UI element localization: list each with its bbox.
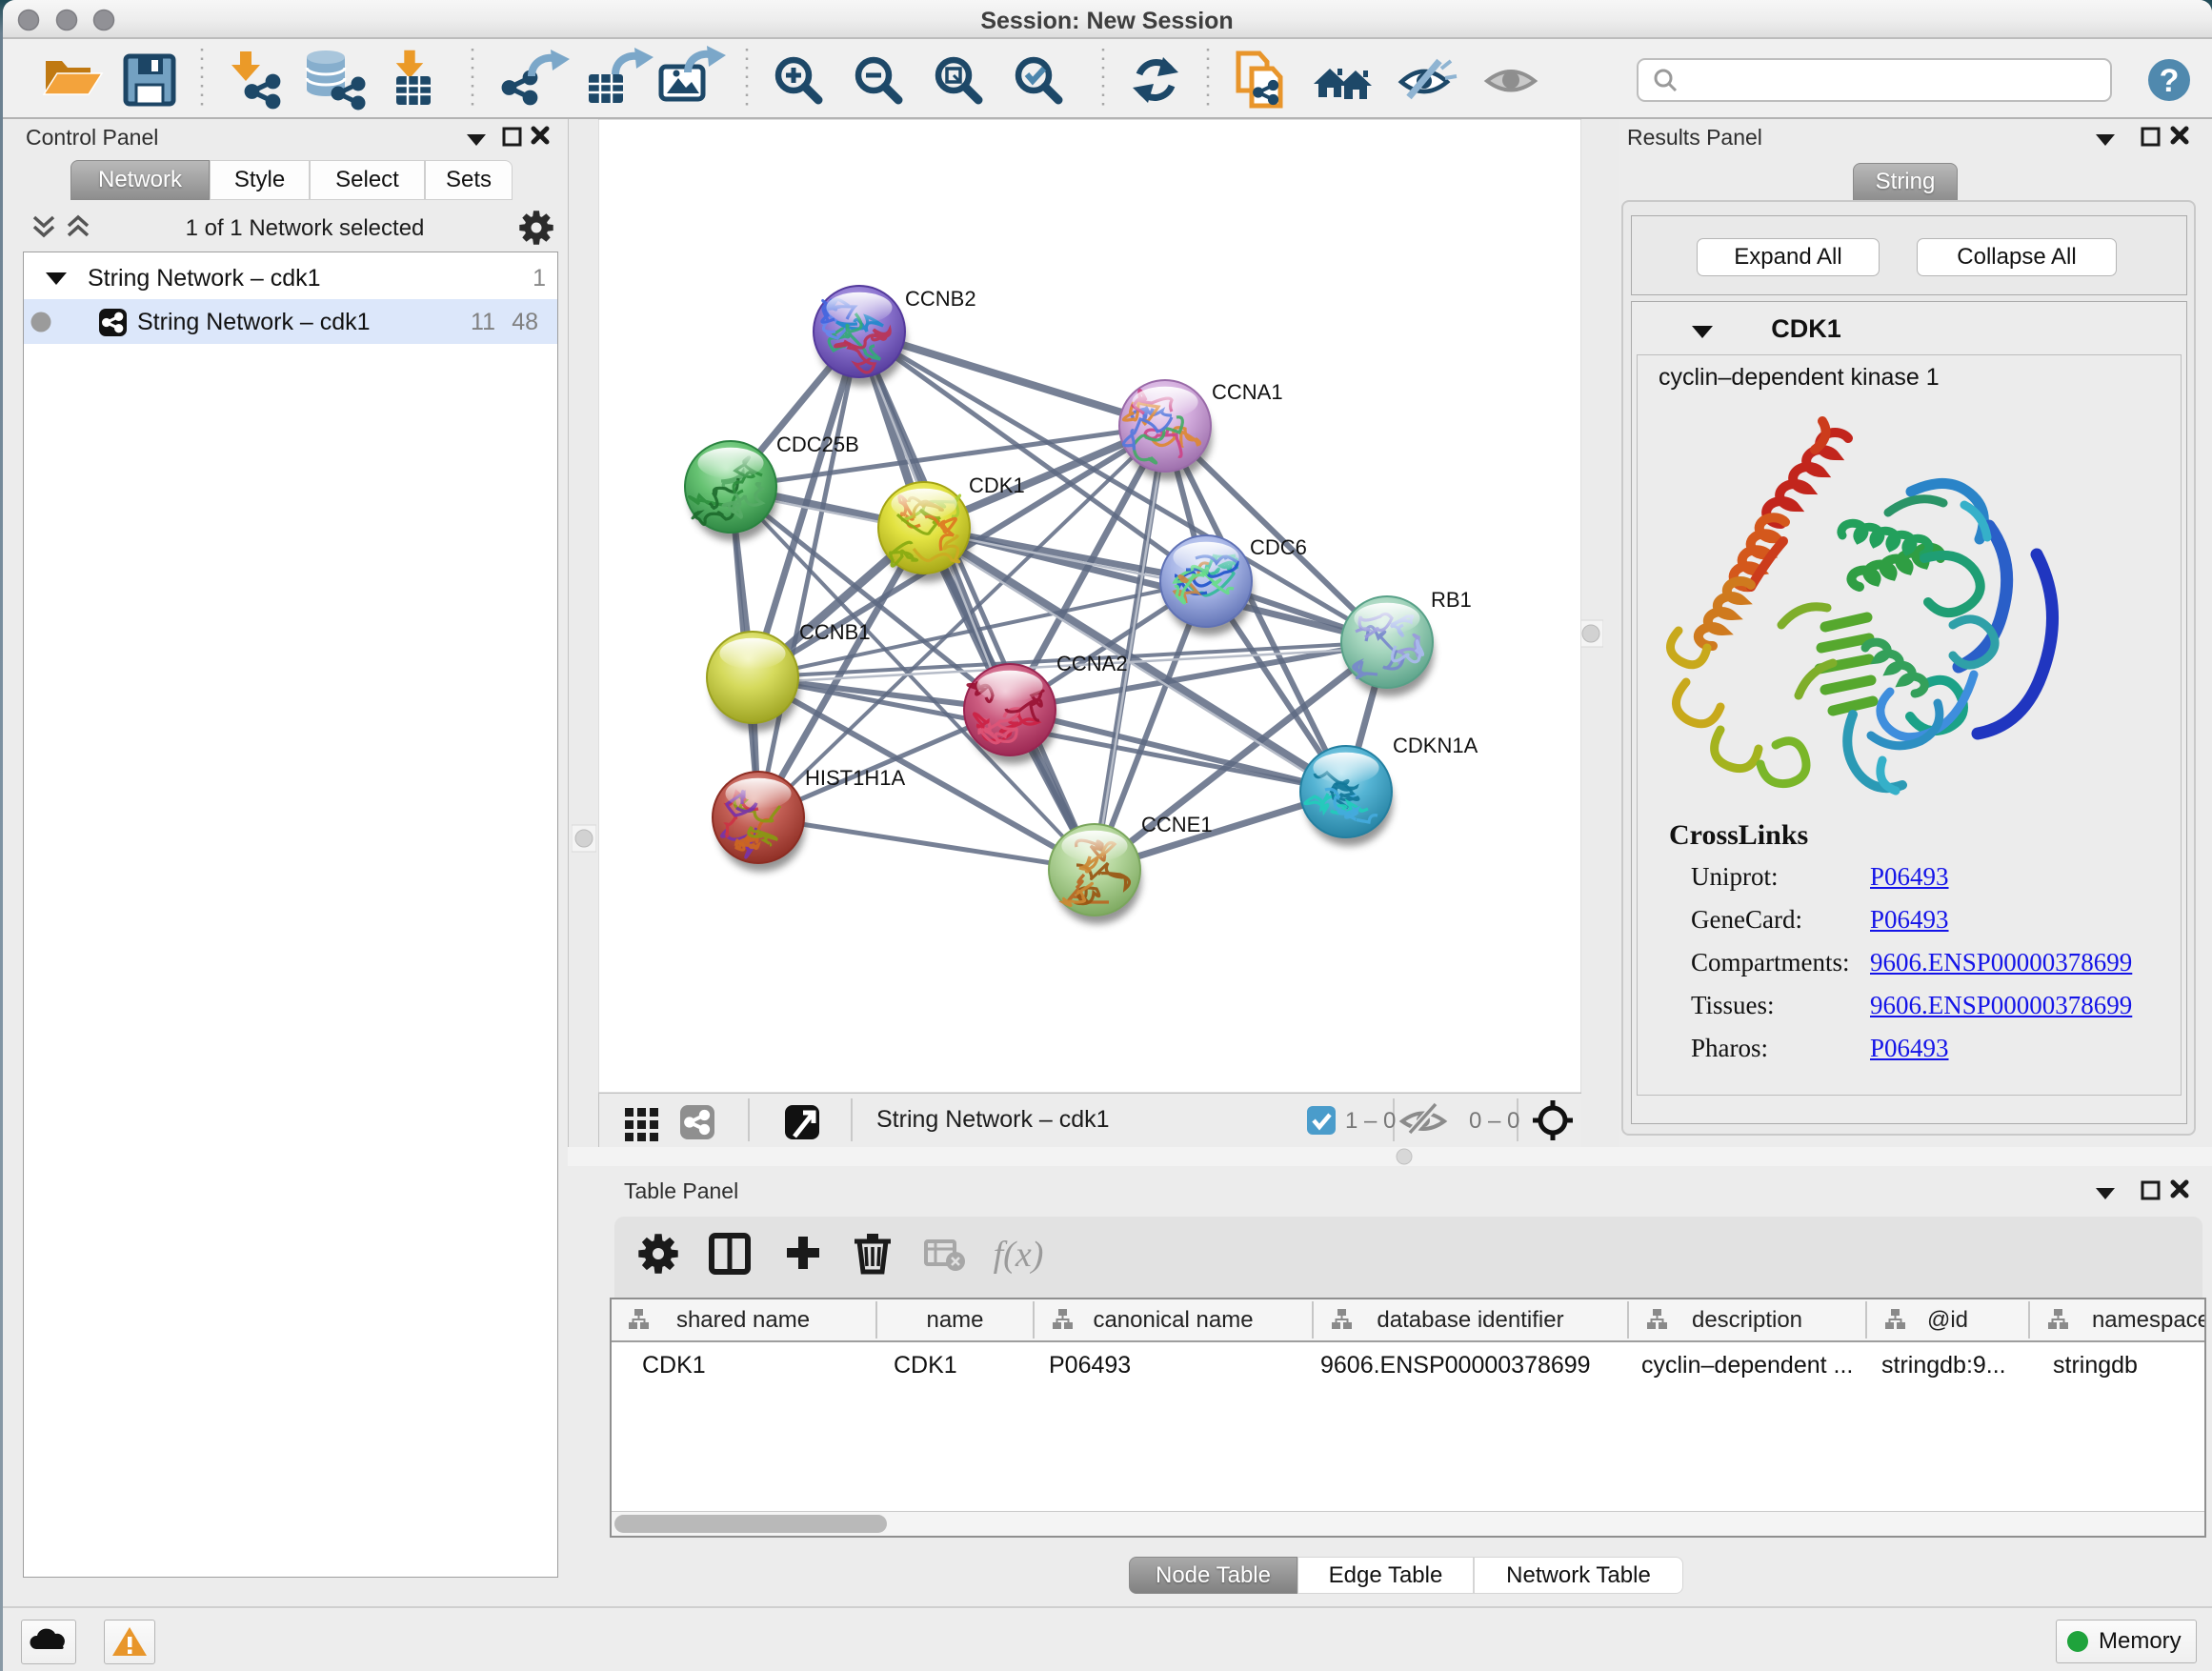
svg-text:CCNB1: CCNB1	[799, 620, 871, 644]
svg-text:CDKN1A: CDKN1A	[1393, 734, 1478, 757]
svg-text:CCNA2: CCNA2	[1056, 652, 1128, 675]
svg-text:f(x): f(x)	[994, 1235, 1044, 1275]
svg-text:HIST1H1A: HIST1H1A	[805, 766, 905, 790]
svg-text:CDC25B: CDC25B	[776, 433, 859, 456]
svg-text:?: ?	[2160, 63, 2180, 99]
svg-text:CDC6: CDC6	[1250, 535, 1307, 559]
svg-text:CCNB2: CCNB2	[905, 287, 976, 311]
svg-text:RB1: RB1	[1431, 588, 1472, 612]
svg-text:CDK1: CDK1	[969, 473, 1025, 497]
svg-text:CCNA1: CCNA1	[1212, 380, 1283, 404]
svg-text:CCNE1: CCNE1	[1141, 813, 1213, 836]
